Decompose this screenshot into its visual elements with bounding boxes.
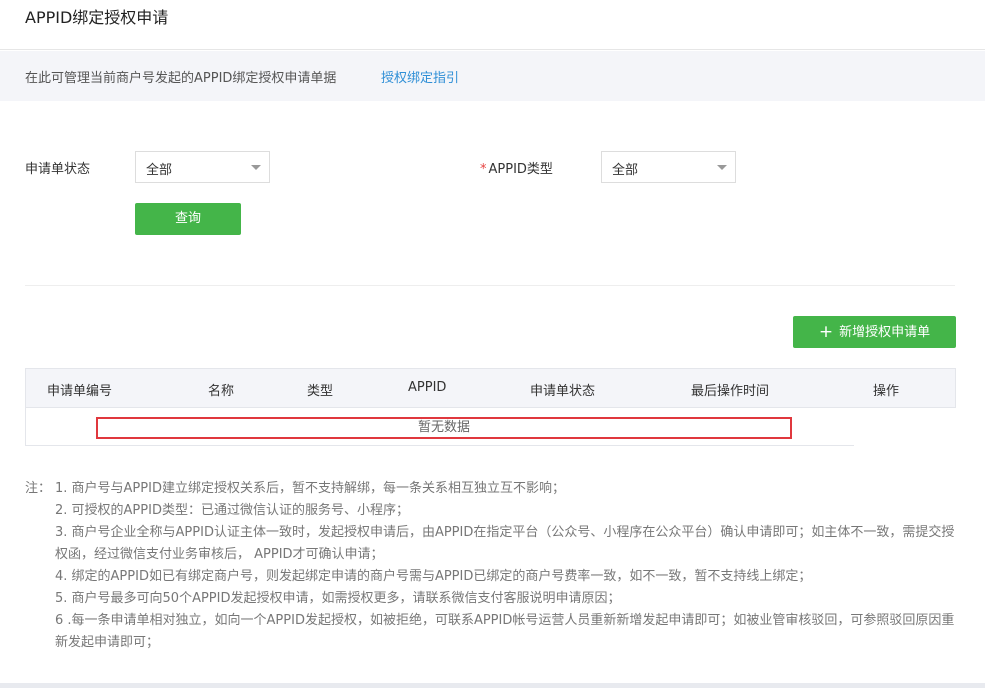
divider xyxy=(25,285,955,286)
status-filter-label: 申请单状态 xyxy=(25,162,91,177)
note-line: 3. 商户号企业全称与APPID认证主体一致时，发起授权申请后，由APPID在指… xyxy=(55,525,955,562)
type-select-value: 全部 xyxy=(612,163,639,178)
note-line: 2. 可授权的APPID类型：已通过微信认证的服务号、小程序； xyxy=(55,503,409,518)
add-application-label: 新增授权申请单 xyxy=(839,325,931,340)
note-line: 5. 商户号最多可向50个APPID发起授权申请，如需授权更多，请联系微信支付客… xyxy=(55,591,621,606)
column-header: 操作 xyxy=(873,384,900,399)
type-filter-label: * APPID类型 xyxy=(480,158,553,177)
title-bar: APPID绑定授权申请 xyxy=(0,0,985,50)
required-marker: * xyxy=(480,162,487,177)
notes-prefix: 注： xyxy=(25,481,52,496)
add-application-button[interactable]: + 新增授权申请单 xyxy=(793,316,956,348)
chevron-down-icon xyxy=(251,165,261,170)
type-filter-label-text: APPID类型 xyxy=(488,162,553,177)
note-line: 4. 绑定的APPID如已有绑定商户号，则发起绑定申请的商户号需与APPID已绑… xyxy=(55,569,812,584)
status-select-value: 全部 xyxy=(146,163,173,178)
notes: 注： 1. 商户号与APPID建立绑定授权关系后，暂不支持解绑，每一条关系相互独… xyxy=(25,478,960,654)
note-line: 1. 商户号与APPID建立绑定授权关系后，暂不支持解绑，每一条关系相互独立互不… xyxy=(55,481,565,496)
query-button[interactable]: 查询 xyxy=(135,203,241,235)
column-header: APPID xyxy=(408,380,447,395)
info-bar: 在此可管理当前商户号发起的APPID绑定授权申请单据 授权绑定指引 xyxy=(0,51,985,101)
page-title: APPID绑定授权申请 xyxy=(25,8,169,27)
note-line: 6 .每一条申请单相对独立，如向一个APPID发起授权，如被拒绝，可联系APPI… xyxy=(55,613,955,650)
info-text: 在此可管理当前商户号发起的APPID绑定授权申请单据 xyxy=(25,71,337,86)
column-header: 申请单编号 xyxy=(47,384,113,399)
plus-icon: + xyxy=(818,322,834,342)
type-select[interactable]: 全部 xyxy=(601,151,736,183)
empty-state-text: 暂无数据 xyxy=(96,417,792,439)
column-header: 类型 xyxy=(307,384,334,399)
chevron-down-icon xyxy=(717,165,727,170)
column-header: 名称 xyxy=(208,384,235,399)
status-select[interactable]: 全部 xyxy=(135,151,270,183)
guide-link[interactable]: 授权绑定指引 xyxy=(381,67,459,86)
column-header: 最后操作时间 xyxy=(691,384,770,399)
bottom-bar xyxy=(0,683,985,688)
column-header: 申请单状态 xyxy=(530,384,596,399)
table-header: 申请单编号 名称 类型 APPID 申请单状态 最后操作时间 操作 xyxy=(25,368,956,408)
